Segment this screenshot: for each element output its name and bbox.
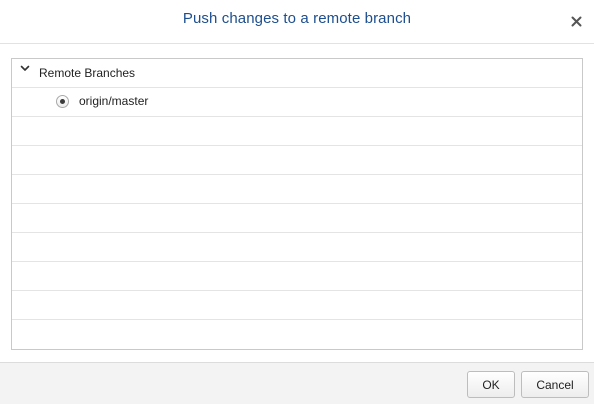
- empty-row: [12, 262, 582, 291]
- branch-item-origin-master[interactable]: origin/master: [12, 88, 582, 117]
- close-button[interactable]: [566, 11, 586, 31]
- push-dialog: Push changes to a remote branch Remote B…: [0, 0, 594, 404]
- dialog-body: Remote Branches origin/master: [0, 44, 594, 362]
- empty-row: [12, 291, 582, 320]
- dialog-footer: OK Cancel: [0, 362, 594, 404]
- close-icon: [571, 16, 581, 26]
- empty-row: [12, 117, 582, 146]
- branch-radio[interactable]: [56, 95, 69, 108]
- tree-group-remote-branches[interactable]: Remote Branches: [12, 59, 582, 88]
- ok-button[interactable]: OK: [467, 371, 515, 398]
- dialog-header: Push changes to a remote branch: [0, 0, 594, 44]
- branch-item-label: origin/master: [79, 94, 149, 108]
- empty-row: [12, 233, 582, 262]
- tree-group-label: Remote Branches: [39, 66, 136, 80]
- chevron-down-icon[interactable]: [19, 63, 31, 75]
- dialog-title: Push changes to a remote branch: [182, 10, 412, 27]
- remote-branch-tree: Remote Branches origin/master: [11, 58, 583, 350]
- empty-row: [12, 204, 582, 233]
- empty-row: [12, 320, 582, 349]
- empty-row: [12, 175, 582, 204]
- cancel-button[interactable]: Cancel: [521, 371, 589, 398]
- radio-selected-dot: [60, 99, 65, 104]
- empty-row: [12, 146, 582, 175]
